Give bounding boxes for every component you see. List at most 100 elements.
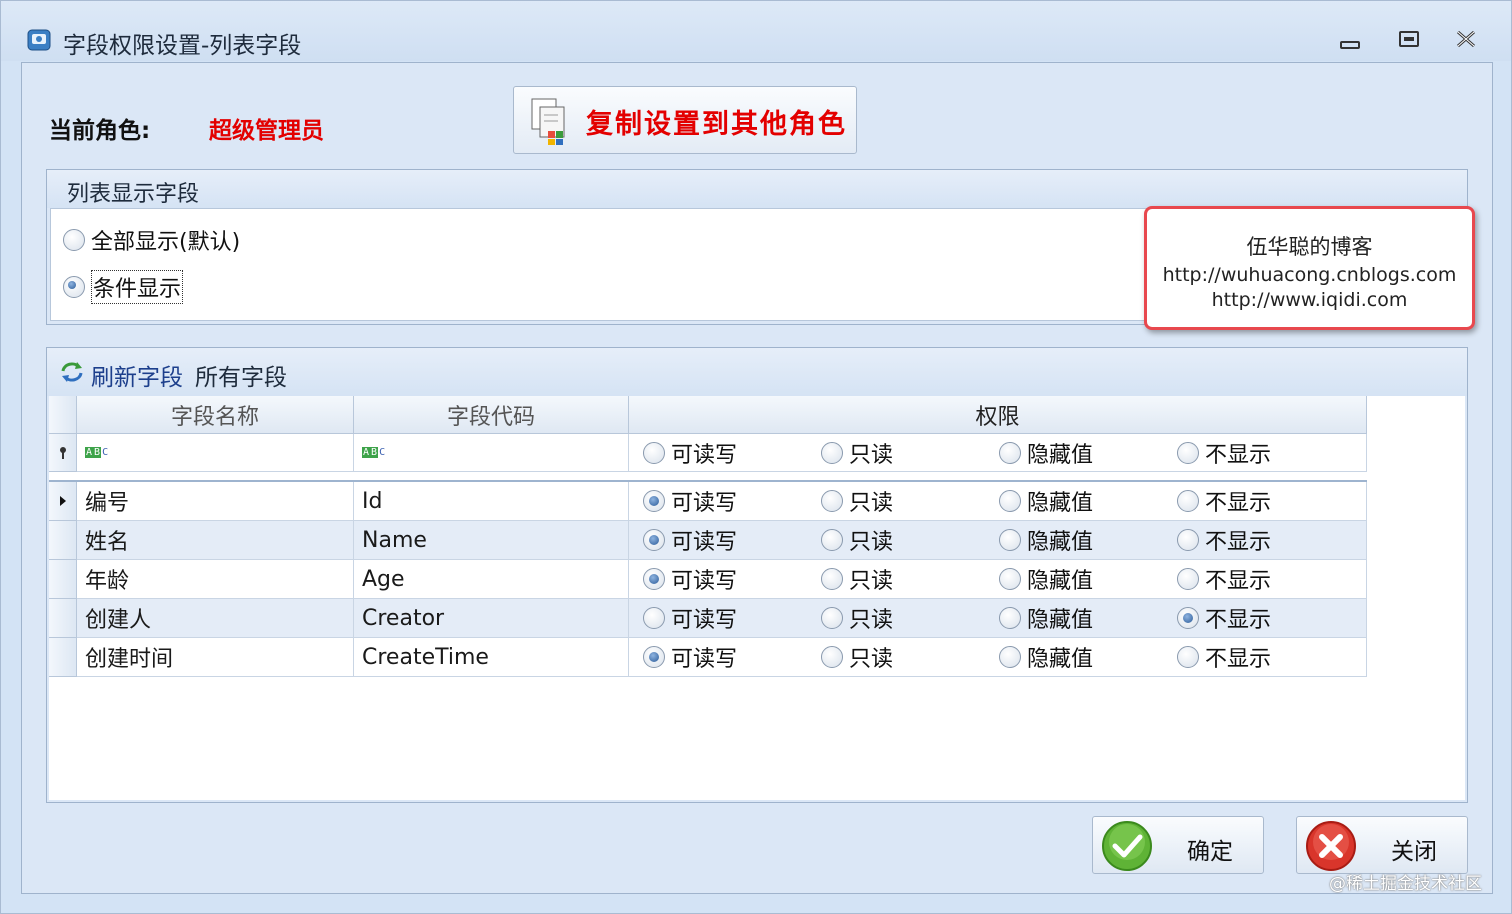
permission-option-readonly[interactable]: 只读 <box>821 521 893 559</box>
cell-field-name[interactable]: 创建人 <box>77 599 354 638</box>
radio-button[interactable] <box>999 490 1021 512</box>
permission-option-nodisplay[interactable]: 不显示 <box>1177 599 1271 637</box>
permission-option-readwrite[interactable]: 可读写 <box>643 521 737 559</box>
option-conditional[interactable]: 条件显示 <box>63 270 184 304</box>
permission-option-nodisplay[interactable]: 不显示 <box>1177 482 1271 520</box>
filter-option-nodisplay[interactable]: 不显示 <box>1177 434 1271 471</box>
row-indicator[interactable] <box>49 599 77 638</box>
option-label: 可读写 <box>671 530 738 555</box>
filter-cell-name[interactable]: ABC <box>77 434 354 472</box>
fields-grid: 字段名称 字段代码 权限 ABC ABC 可读写 只读 隐藏值 不显示 编号I <box>49 396 1465 800</box>
radio-button[interactable] <box>643 646 665 668</box>
radio-button[interactable] <box>1177 441 1199 464</box>
radio-button[interactable] <box>1177 568 1199 590</box>
minimize-icon[interactable] <box>1337 27 1365 55</box>
permission-option-readonly[interactable]: 只读 <box>821 599 893 637</box>
option-label: 可读写 <box>671 491 738 516</box>
row-indicator[interactable] <box>49 482 77 521</box>
filter-cell-code[interactable]: ABC <box>354 434 629 472</box>
fields-toolbar: 刷新字段 所有字段 <box>47 348 1467 396</box>
radio-button[interactable] <box>1177 529 1199 551</box>
option-label: 不显示 <box>1205 608 1272 633</box>
cell-field-code[interactable]: CreateTime <box>354 638 629 677</box>
radio-button[interactable] <box>1177 646 1199 668</box>
radio-button[interactable] <box>643 490 665 512</box>
filter-option-readwrite[interactable]: 可读写 <box>643 434 737 471</box>
permission-option-nodisplay[interactable]: 不显示 <box>1177 638 1271 676</box>
show-all-radio[interactable] <box>63 229 85 251</box>
filter-option-readonly[interactable]: 只读 <box>821 434 893 471</box>
column-header-permission[interactable]: 权限 <box>629 396 1367 434</box>
radio-button[interactable] <box>999 568 1021 590</box>
cell-field-code[interactable]: Creator <box>354 599 629 638</box>
close-icon[interactable] <box>1453 27 1481 55</box>
radio-button[interactable] <box>643 568 665 590</box>
permission-option-readonly[interactable]: 只读 <box>821 560 893 598</box>
cell-field-name[interactable]: 创建时间 <box>77 638 354 677</box>
current-role-value: 超级管理员 <box>209 118 324 144</box>
permission-option-readwrite[interactable]: 可读写 <box>643 482 737 520</box>
radio-button[interactable] <box>1177 607 1199 629</box>
permission-option-hidevalue[interactable]: 隐藏值 <box>999 560 1093 598</box>
cell-permission: 可读写 只读 隐藏值 不显示 <box>629 560 1367 599</box>
close-button[interactable]: 关闭 <box>1296 816 1468 874</box>
option-label: 只读 <box>849 569 894 594</box>
option-label: 只读 <box>849 608 894 633</box>
permission-option-hidevalue[interactable]: 隐藏值 <box>999 599 1093 637</box>
permission-option-hidevalue[interactable]: 隐藏值 <box>999 521 1093 559</box>
cell-field-name[interactable]: 年龄 <box>77 560 354 599</box>
cell-field-code[interactable]: Age <box>354 560 629 599</box>
radio-button[interactable] <box>821 568 843 590</box>
radio-button[interactable] <box>999 529 1021 551</box>
ok-button[interactable]: 确定 <box>1092 816 1264 874</box>
conditional-radio[interactable] <box>63 276 85 298</box>
row-indicator[interactable] <box>49 560 77 599</box>
cell-field-code[interactable]: Name <box>354 521 629 560</box>
radio-button[interactable] <box>821 441 843 464</box>
option-show-all[interactable]: 全部显示(默认) <box>63 225 240 255</box>
cell-field-name[interactable]: 姓名 <box>77 521 354 560</box>
radio-button[interactable] <box>821 607 843 629</box>
pin-icon <box>59 446 66 459</box>
option-label: 可读写 <box>671 647 738 672</box>
row-indicator[interactable] <box>49 521 77 560</box>
permission-option-nodisplay[interactable]: 不显示 <box>1177 521 1271 559</box>
radio-button[interactable] <box>999 646 1021 668</box>
radio-button[interactable] <box>821 646 843 668</box>
radio-button[interactable] <box>999 607 1021 629</box>
all-fields-button[interactable]: 所有字段 <box>195 358 287 392</box>
filter-option-hidevalue[interactable]: 隐藏值 <box>999 434 1093 471</box>
maximize-icon[interactable] <box>1395 27 1423 55</box>
option-label: 只读 <box>849 442 894 468</box>
radio-button[interactable] <box>999 441 1021 464</box>
permission-option-readwrite[interactable]: 可读写 <box>643 599 737 637</box>
permission-option-hidevalue[interactable]: 隐藏值 <box>999 482 1093 520</box>
row-indicator[interactable] <box>49 638 77 677</box>
text-filter-icon: ABC <box>85 447 109 458</box>
cell-permission: 可读写 只读 隐藏值 不显示 <box>629 521 1367 560</box>
option-label: 可读写 <box>671 569 738 594</box>
radio-button[interactable] <box>643 607 665 629</box>
text-filter-icon: ABC <box>362 447 386 458</box>
refresh-icon[interactable] <box>59 360 85 384</box>
permission-option-readwrite[interactable]: 可读写 <box>643 560 737 598</box>
refresh-fields-button[interactable]: 刷新字段 <box>91 358 183 392</box>
option-label: 隐藏值 <box>1027 442 1094 468</box>
radio-button[interactable] <box>643 441 665 464</box>
cell-field-name[interactable]: 编号 <box>77 482 354 521</box>
radio-button[interactable] <box>821 490 843 512</box>
copy-documents-icon <box>531 98 565 145</box>
permission-option-readwrite[interactable]: 可读写 <box>643 638 737 676</box>
permission-option-nodisplay[interactable]: 不显示 <box>1177 560 1271 598</box>
radio-button[interactable] <box>643 529 665 551</box>
permission-option-hidevalue[interactable]: 隐藏值 <box>999 638 1093 676</box>
column-header-code[interactable]: 字段代码 <box>354 396 629 434</box>
permission-option-readonly[interactable]: 只读 <box>821 482 893 520</box>
copy-settings-button[interactable]: 复制设置到其他角色 <box>513 86 857 154</box>
column-header-name[interactable]: 字段名称 <box>77 396 354 434</box>
cell-field-code[interactable]: Id <box>354 482 629 521</box>
conditional-label: 条件显示 <box>91 270 184 304</box>
radio-button[interactable] <box>1177 490 1199 512</box>
permission-option-readonly[interactable]: 只读 <box>821 638 893 676</box>
radio-button[interactable] <box>821 529 843 551</box>
